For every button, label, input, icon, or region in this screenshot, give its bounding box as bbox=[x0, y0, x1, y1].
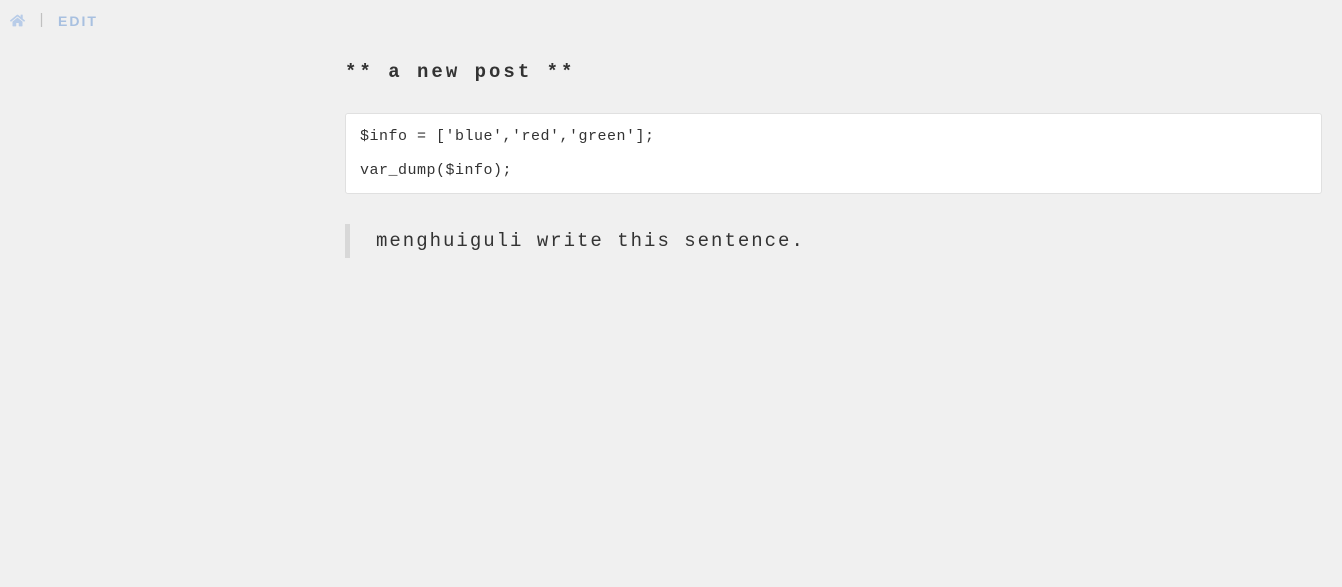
post-content: ** a new post ** $info = ['blue','red','… bbox=[345, 61, 1322, 258]
blockquote: menghuiguli write this sentence. bbox=[345, 224, 1322, 258]
home-icon[interactable] bbox=[10, 13, 25, 28]
page-header: | EDIT bbox=[0, 0, 1342, 41]
header-divider: | bbox=[37, 12, 46, 29]
code-block: $info = ['blue','red','green']; var_dump… bbox=[345, 113, 1322, 194]
post-title: ** a new post ** bbox=[345, 61, 1322, 83]
edit-link[interactable]: EDIT bbox=[58, 13, 98, 29]
